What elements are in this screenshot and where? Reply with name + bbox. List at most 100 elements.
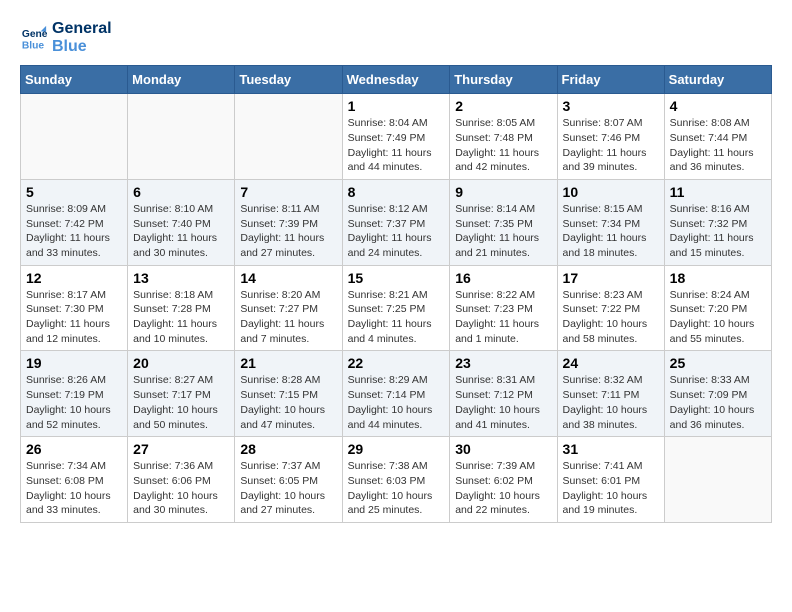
day-number: 7 <box>240 184 336 200</box>
weekday-thursday: Thursday <box>450 66 557 94</box>
calendar-cell: 12 Sunrise: 8:17 AMSunset: 7:30 PMDayligh… <box>21 265 128 351</box>
day-number: 17 <box>563 270 659 286</box>
calendar-cell: 6Sunrise: 8:10 AMSunset: 7:40 PMDaylight… <box>128 179 235 265</box>
day-number: 9 <box>455 184 551 200</box>
day-content: Sunrise: 7:37 AMSunset: 6:05 PMDaylight:… <box>240 459 336 518</box>
calendar-cell: 23 Sunrise: 8:31 AMSunset: 7:12 PMDayligh… <box>450 351 557 437</box>
calendar-cell: 28 Sunrise: 7:37 AMSunset: 6:05 PMDayligh… <box>235 437 342 523</box>
day-number: 19 <box>26 355 122 371</box>
day-content: Sunrise: 8:22 AMSunset: 7:23 PMDaylight:… <box>455 288 551 347</box>
page: General Blue General Blue SundayMondayTu… <box>0 0 792 533</box>
day-content: Sunrise: 8:21 AMSunset: 7:25 PMDaylight:… <box>348 288 445 347</box>
calendar-week-5: 26 Sunrise: 7:34 AMSunset: 6:08 PMDayligh… <box>21 437 772 523</box>
calendar-cell: 11 Sunrise: 8:16 AMSunset: 7:32 PMDayligh… <box>664 179 771 265</box>
calendar-week-1: 1 Sunrise: 8:04 AMSunset: 7:49 PMDaylight… <box>21 94 772 180</box>
calendar-cell: 10 Sunrise: 8:15 AMSunset: 7:34 PMDayligh… <box>557 179 664 265</box>
calendar-cell: 18 Sunrise: 8:24 AMSunset: 7:20 PMDayligh… <box>664 265 771 351</box>
day-content: Sunrise: 8:26 AMSunset: 7:19 PMDaylight:… <box>26 373 122 432</box>
day-number: 28 <box>240 441 336 457</box>
day-content: Sunrise: 8:24 AMSunset: 7:20 PMDaylight:… <box>670 288 766 347</box>
day-number: 15 <box>348 270 445 286</box>
day-content: Sunrise: 8:32 AMSunset: 7:11 PMDaylight:… <box>563 373 659 432</box>
day-number: 23 <box>455 355 551 371</box>
calendar-cell <box>235 94 342 180</box>
day-number: 11 <box>670 184 766 200</box>
day-content: Sunrise: 8:18 AMSunset: 7:28 PMDaylight:… <box>133 288 229 347</box>
calendar-cell: 26 Sunrise: 7:34 AMSunset: 6:08 PMDayligh… <box>21 437 128 523</box>
calendar-cell: 13 Sunrise: 8:18 AMSunset: 7:28 PMDayligh… <box>128 265 235 351</box>
calendar-table: SundayMondayTuesdayWednesdayThursdayFrid… <box>20 65 772 523</box>
calendar-cell: 27Sunrise: 7:36 AMSunset: 6:06 PMDayligh… <box>128 437 235 523</box>
calendar-cell <box>128 94 235 180</box>
calendar-cell: 29Sunrise: 7:38 AMSunset: 6:03 PMDayligh… <box>342 437 450 523</box>
day-number: 13 <box>133 270 229 286</box>
day-content: Sunrise: 8:08 AMSunset: 7:44 PMDaylight:… <box>670 116 766 175</box>
calendar-cell: 2Sunrise: 8:05 AMSunset: 7:48 PMDaylight… <box>450 94 557 180</box>
weekday-header-row: SundayMondayTuesdayWednesdayThursdayFrid… <box>21 66 772 94</box>
calendar-cell: 19 Sunrise: 8:26 AMSunset: 7:19 PMDayligh… <box>21 351 128 437</box>
calendar-cell <box>664 437 771 523</box>
day-number: 25 <box>670 355 766 371</box>
calendar-cell: 20Sunrise: 8:27 AMSunset: 7:17 PMDayligh… <box>128 351 235 437</box>
logo: General Blue General Blue <box>20 20 112 55</box>
day-number: 21 <box>240 355 336 371</box>
day-number: 6 <box>133 184 229 200</box>
day-content: Sunrise: 7:41 AMSunset: 6:01 PMDaylight:… <box>563 459 659 518</box>
day-content: Sunrise: 7:39 AMSunset: 6:02 PMDaylight:… <box>455 459 551 518</box>
weekday-sunday: Sunday <box>21 66 128 94</box>
calendar-cell: 1 Sunrise: 8:04 AMSunset: 7:49 PMDaylight… <box>342 94 450 180</box>
day-content: Sunrise: 8:04 AMSunset: 7:49 PMDaylight:… <box>348 116 445 175</box>
day-number: 10 <box>563 184 659 200</box>
calendar-cell <box>21 94 128 180</box>
day-number: 1 <box>348 98 445 114</box>
day-number: 26 <box>26 441 122 457</box>
day-content: Sunrise: 8:31 AMSunset: 7:12 PMDaylight:… <box>455 373 551 432</box>
calendar-cell: 3Sunrise: 8:07 AMSunset: 7:46 PMDaylight… <box>557 94 664 180</box>
weekday-tuesday: Tuesday <box>235 66 342 94</box>
day-content: Sunrise: 8:07 AMSunset: 7:46 PMDaylight:… <box>563 116 659 175</box>
calendar-cell: 25 Sunrise: 8:33 AMSunset: 7:09 PMDayligh… <box>664 351 771 437</box>
calendar-cell: 14Sunrise: 8:20 AMSunset: 7:27 PMDayligh… <box>235 265 342 351</box>
day-content: Sunrise: 7:34 AMSunset: 6:08 PMDaylight:… <box>26 459 122 518</box>
day-content: Sunrise: 8:12 AMSunset: 7:37 PMDaylight:… <box>348 202 445 261</box>
day-number: 30 <box>455 441 551 457</box>
day-number: 14 <box>240 270 336 286</box>
day-content: Sunrise: 7:38 AMSunset: 6:03 PMDaylight:… <box>348 459 445 518</box>
logo-text: General Blue <box>52 20 112 55</box>
calendar-cell: 15 Sunrise: 8:21 AMSunset: 7:25 PMDayligh… <box>342 265 450 351</box>
calendar-cell: 7 Sunrise: 8:11 AMSunset: 7:39 PMDaylight… <box>235 179 342 265</box>
calendar-cell: 22Sunrise: 8:29 AMSunset: 7:14 PMDayligh… <box>342 351 450 437</box>
day-content: Sunrise: 8:14 AMSunset: 7:35 PMDaylight:… <box>455 202 551 261</box>
svg-text:Blue: Blue <box>22 40 45 51</box>
day-number: 8 <box>348 184 445 200</box>
weekday-friday: Friday <box>557 66 664 94</box>
weekday-saturday: Saturday <box>664 66 771 94</box>
day-content: Sunrise: 8:33 AMSunset: 7:09 PMDaylight:… <box>670 373 766 432</box>
day-content: Sunrise: 8:29 AMSunset: 7:14 PMDaylight:… <box>348 373 445 432</box>
day-content: Sunrise: 8:11 AMSunset: 7:39 PMDaylight:… <box>240 202 336 261</box>
calendar-cell: 24 Sunrise: 8:32 AMSunset: 7:11 PMDayligh… <box>557 351 664 437</box>
day-content: Sunrise: 8:17 AMSunset: 7:30 PMDaylight:… <box>26 288 122 347</box>
header: General Blue General Blue <box>20 20 772 55</box>
day-number: 20 <box>133 355 229 371</box>
calendar-cell: 16Sunrise: 8:22 AMSunset: 7:23 PMDayligh… <box>450 265 557 351</box>
calendar-cell: 30 Sunrise: 7:39 AMSunset: 6:02 PMDayligh… <box>450 437 557 523</box>
day-content: Sunrise: 8:28 AMSunset: 7:15 PMDaylight:… <box>240 373 336 432</box>
calendar-cell: 8 Sunrise: 8:12 AMSunset: 7:37 PMDaylight… <box>342 179 450 265</box>
calendar-week-4: 19 Sunrise: 8:26 AMSunset: 7:19 PMDayligh… <box>21 351 772 437</box>
weekday-wednesday: Wednesday <box>342 66 450 94</box>
calendar-cell: 4Sunrise: 8:08 AMSunset: 7:44 PMDaylight… <box>664 94 771 180</box>
calendar-cell: 17 Sunrise: 8:23 AMSunset: 7:22 PMDayligh… <box>557 265 664 351</box>
day-content: Sunrise: 8:05 AMSunset: 7:48 PMDaylight:… <box>455 116 551 175</box>
day-content: Sunrise: 8:16 AMSunset: 7:32 PMDaylight:… <box>670 202 766 261</box>
day-number: 18 <box>670 270 766 286</box>
day-number: 12 <box>26 270 122 286</box>
calendar-cell: 21 Sunrise: 8:28 AMSunset: 7:15 PMDayligh… <box>235 351 342 437</box>
day-content: Sunrise: 8:15 AMSunset: 7:34 PMDaylight:… <box>563 202 659 261</box>
logo-icon: General Blue <box>20 24 48 52</box>
day-content: Sunrise: 8:23 AMSunset: 7:22 PMDaylight:… <box>563 288 659 347</box>
day-number: 27 <box>133 441 229 457</box>
day-number: 5 <box>26 184 122 200</box>
day-number: 24 <box>563 355 659 371</box>
calendar-week-2: 5Sunrise: 8:09 AMSunset: 7:42 PMDaylight… <box>21 179 772 265</box>
